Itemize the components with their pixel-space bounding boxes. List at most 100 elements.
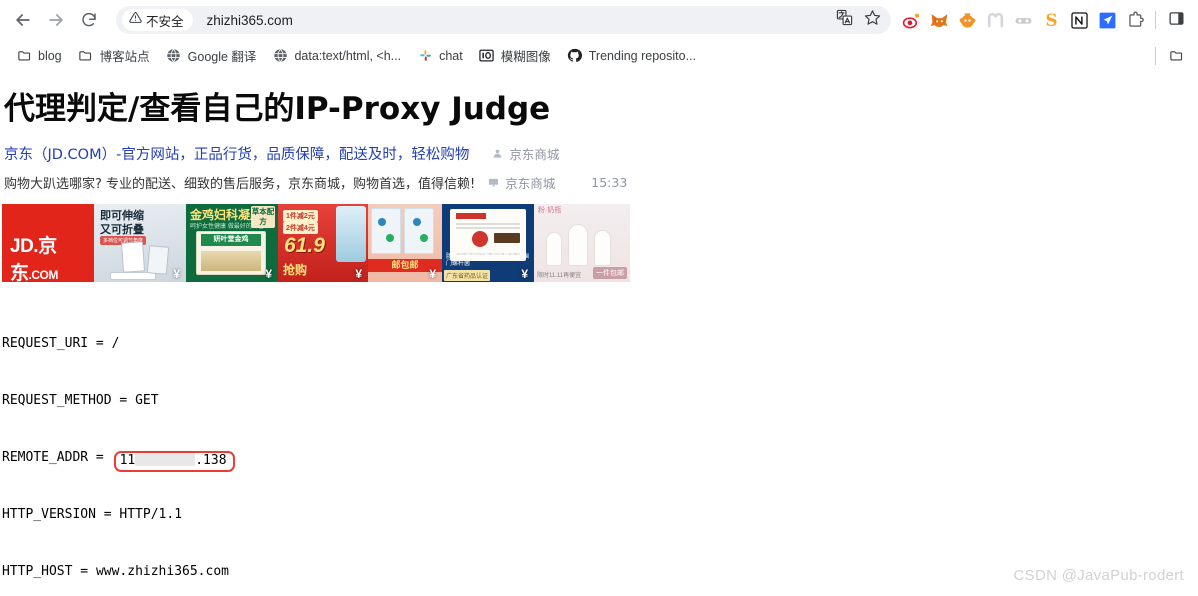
price-symbol: ¥ [173,266,180,281]
bookmarks-bar: blog 博客站点 Google 翻译 data:text/html, <h..… [0,40,1198,71]
folder-icon [78,48,94,64]
bookmark-label: Trending reposito... [588,48,696,63]
header-line-request-uri: REQUEST_URI = / [2,335,120,351]
baby-bottle-banner[interactable]: 粉·奶瓶 限时11.11再便宜 一件包邮 [534,203,630,282]
jd-logo-banner[interactable]: JD.京东.COM [2,203,94,282]
translate-button[interactable] [831,7,857,33]
price-symbol: ¥ [265,266,272,281]
bookmark-label: blog [38,48,62,63]
header-value: www.zhizhi365.com [95,563,229,579]
forward-button[interactable] [41,5,71,35]
bookmark-button[interactable] [859,7,885,33]
reload-button[interactable] [74,5,104,35]
security-label: 不安全 [146,14,184,29]
bookmarks-divider [1155,46,1156,65]
url-text[interactable]: zhizhi365.com [207,13,831,28]
remote-addr-prefix: 11 [119,452,136,468]
header-value: / [111,335,120,351]
bookmark-item-chat[interactable]: chat [409,44,471,68]
warning-triangle-icon [129,11,142,29]
discount-coupon-banner[interactable]: 1件减2元 2件减4元 61.9 抢购 ¥ [278,203,368,282]
device-shape [120,241,146,273]
watermark: CSDN @JavaPub-rodert [1013,567,1184,584]
ad-source-bottom: 京东商城 15:33 [487,173,627,192]
bookmark-item-data-url[interactable]: data:text/html, <h... [264,44,409,68]
banner-header: 粉·奶瓶 [538,206,562,214]
banner-price-big: 61.9 [284,233,325,257]
address-bar[interactable]: 不安全 zhizhi365.com [116,6,891,34]
bookmark-item-trending-repositories[interactable]: Trending reposito... [559,44,704,68]
bookmark-label: 模糊图像 [500,50,551,64]
sketch-extension-icon[interactable]: S [1037,6,1065,34]
bookmark-item-google-translate[interactable]: Google 翻译 [158,44,265,68]
bottle-shape [546,231,562,266]
header-key: REQUEST_URI [2,335,89,351]
banner-tag: 限时11.11再便宜 [537,272,582,279]
bookmark-label: Google 翻译 [187,50,257,64]
jd-logo-sub: .COM [28,267,59,282]
header-line-http-version: HTTP_VERSION = HTTP/1.1 [2,506,183,522]
back-button[interactable] [8,5,38,35]
remote-addr-redaction [135,452,196,466]
notion-extension-icon[interactable] [1065,6,1093,34]
header-line-remote-addr: REMOTE_ADDR = 11.138 [2,448,1198,472]
bookmarks-overflow-button[interactable] [1162,44,1190,68]
pod-dot-shape [386,233,394,242]
phone-stand-banner[interactable]: 即可伸缩 又可折叠 多档位可调节角度 ¥ [94,203,186,282]
banner-pill1: 1件减2元 [283,209,318,222]
product-shape [336,205,366,262]
github-icon [567,48,583,64]
product-box-shape: 妍叶堂金鸡 [196,230,266,275]
request-headers-block: REQUEST_URI = / REQUEST_METHOD = GET REM… [0,296,1198,596]
mbti-extension-icon[interactable] [981,6,1009,34]
ad-banner-strip[interactable]: JD.京东.COM 即可伸缩 又可折叠 多档位可调节角度 ¥ 金鸡妇科凝胶 呵护… [2,203,630,282]
star-icon [864,9,881,31]
translate-icon [836,9,853,31]
arrow-left-icon [13,10,33,30]
page-content: 代理判定/查看自己的IP-Proxy Judge 京东（JD.COM）-官方网站… [0,72,1198,592]
banner-line2: 又可折叠 [100,222,144,236]
side-panel-button[interactable] [1162,6,1190,34]
metamask-extension-icon[interactable] [925,6,953,34]
ad-description-row: 购物大趴选哪家? 专业的配送、细致的售后服务，京东商城，购物首选，值得信赖! 京… [4,173,1198,192]
ad-source-top-label: 京东商城 [509,146,560,162]
bookmark-label: chat [439,48,463,63]
pod-box-shape [371,207,401,254]
price-symbol: ¥ [521,266,528,281]
side-panel-icon [1168,10,1185,31]
reload-icon [80,11,98,29]
weibo-extension-icon[interactable] [897,6,925,34]
bookmark-label: data:text/html, <h... [294,48,402,63]
price-symbol: ¥ [429,266,436,281]
ad-description: 购物大趴选哪家? 专业的配送、细致的售后服务，京东商城，购物首选，值得信赖! [4,176,476,192]
security-status-chip[interactable]: 不安全 [122,9,193,31]
card-line-shape [456,226,520,229]
ad-time: 15:33 [591,174,628,190]
bookmark-item-blog-sites[interactable]: 博客站点 [70,44,158,68]
goggles-extension-icon[interactable] [1009,6,1037,34]
box-art-shape [201,250,261,271]
bookmark-item-blur-image[interactable]: 模糊图像 [471,44,559,68]
page-title: 代理判定/查看自己的IP-Proxy Judge [4,91,551,127]
laundry-pods-banner[interactable]: 邮包邮 ¥ [368,203,442,282]
ad-title-link[interactable]: 京东（JD.COM）-官方网站，正品行货，品质保障，配送及时，轻松购物 [4,143,469,164]
gynecology-gel-banner[interactable]: 金鸡妇科凝胶 呵护女性健康 做最好的自己 草本配方 妍叶堂金鸡 ¥ [186,203,278,282]
banner-tag2: 一件包邮 [593,266,627,279]
ad-block: 京东（JD.COM）-官方网站，正品行货，品质保障，配送及时，轻松购物 京东商城… [0,143,1198,192]
puzzle-extensions-icon[interactable] [1121,6,1149,34]
blue-arrow-extension-icon[interactable] [1093,6,1121,34]
header-key: HTTP_HOST [2,563,73,579]
remote-addr-suffix: .138 [195,452,227,468]
bottle-shape [568,223,588,266]
bookmarks-bar-right [1149,44,1190,68]
toolbar-divider [1155,11,1156,29]
medicine-card-banner[interactable]: 肠胃炎 免煎排毒 慢性胃炎 除幽门螺杆菌 广东省药品认证 ¥ [442,203,534,282]
monkey-extension-icon[interactable] [953,6,981,34]
banner-certification: 广东省药品认证 [444,269,491,281]
header-key: REMOTE_ADDR [2,449,89,465]
arrow-right-icon [46,10,66,30]
card-accent-shape [456,212,486,219]
price-symbol: ¥ [355,266,362,281]
bookmark-item-blog[interactable]: blog [8,44,70,68]
ad-source-bottom-label: 京东商城 [505,175,556,191]
